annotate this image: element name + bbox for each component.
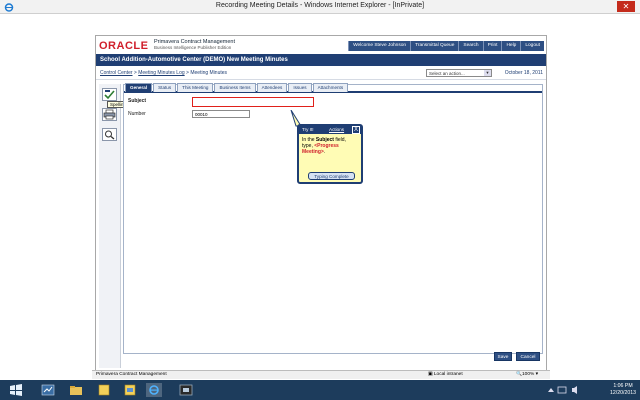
taskbar-clock[interactable]: 1:06 PM 12/20/2013 [610, 383, 636, 397]
system-tray-icons[interactable] [546, 385, 586, 395]
app-frame: ORACLE Primavera Contract Management Bus… [95, 35, 547, 379]
breadcrumb: Control Center > Meeting Minutes Log > M… [100, 70, 228, 76]
close-icon[interactable]: X [352, 126, 360, 134]
number-input[interactable]: 00010 [192, 110, 250, 118]
print-button[interactable] [102, 108, 117, 121]
breadcrumb-current: Meeting Minutes [190, 70, 228, 76]
spelling-button[interactable] [102, 88, 117, 101]
callout-header: Try It! Actions X [299, 126, 361, 134]
internet-explorer-taskbar-icon[interactable] [146, 383, 162, 397]
breadcrumb-row: Control Center > Meeting Minutes Log > M… [96, 67, 546, 80]
current-date: October 18, 2011 [504, 70, 543, 76]
transmittal-queue-link[interactable]: Transmittal Queue [410, 41, 459, 51]
tab-this-meeting[interactable]: This Meeting [177, 83, 214, 92]
zoom-level[interactable]: 🔍100% ▾ [516, 371, 538, 379]
brand-header: ORACLE Primavera Contract Management Bus… [96, 36, 546, 54]
subject-input[interactable] [192, 97, 314, 107]
left-toolbar [99, 84, 121, 368]
tab-attachments[interactable]: Attachments [312, 83, 349, 92]
number-label: Number [128, 111, 146, 117]
tab-issues[interactable]: Issues [288, 83, 312, 92]
breadcrumb-meeting-minutes-log[interactable]: Meeting Minutes Log [138, 70, 184, 76]
project-title-bar: School Addition-Automotive Center (DEMO)… [96, 54, 546, 66]
save-button[interactable]: Save [494, 352, 512, 361]
tab-business-items[interactable]: Business Items [214, 83, 256, 92]
top-links: Welcome Steve Johnson Transmittal Queue … [348, 41, 544, 51]
tab-bar: General Status This Meeting Business Ite… [125, 83, 349, 92]
start-windows-icon[interactable] [8, 383, 24, 397]
view-button[interactable] [102, 128, 117, 141]
callout-instructions: In the Subject field, type, <Progress Me… [302, 137, 346, 155]
callout-actions-link[interactable]: Actions [329, 126, 344, 134]
app-icon-1[interactable] [96, 383, 112, 397]
logout-link[interactable]: Logout [520, 41, 544, 51]
welcome-user: Welcome Steve Johnson [348, 41, 411, 51]
print-link[interactable]: Print [482, 41, 502, 51]
window-close-button[interactable]: ✕ [617, 1, 635, 12]
recorder-app-icon[interactable] [178, 383, 194, 397]
breadcrumb-control-center[interactable]: Control Center [100, 70, 133, 76]
spelling-check-icon [104, 90, 115, 100]
chevron-down-icon: ▾ [534, 372, 539, 377]
file-explorer-icon[interactable] [68, 383, 84, 397]
magnifier-icon [105, 130, 115, 140]
browser-status-bar: Primavera Contract Management ▣ Local in… [92, 370, 550, 379]
tab-status[interactable]: Status [153, 83, 177, 92]
tab-general[interactable]: General [125, 83, 153, 92]
security-zone: ▣ Local intranet [428, 372, 463, 377]
help-link[interactable]: Help [501, 41, 521, 51]
app-icon-2[interactable] [122, 383, 138, 397]
taskbar: 1:06 PM 12/20/2013 [0, 380, 640, 400]
product-name: Primavera Contract Management Business I… [154, 39, 236, 50]
tab-attendees[interactable]: Attendees [256, 83, 288, 92]
typing-complete-button[interactable]: Typing Complete [308, 172, 355, 180]
window-title-bar: Recording Meeting Details - Windows Inte… [0, 0, 640, 14]
callout-title: Try It! [302, 127, 314, 132]
search-link[interactable]: Search [458, 41, 483, 51]
cancel-button[interactable]: Cancel [516, 352, 540, 361]
subject-label: Subject [128, 98, 147, 104]
window-title: Recording Meeting Details - Windows Inte… [215, 2, 425, 9]
printer-icon [103, 109, 116, 120]
chevron-down-icon: ▼ [484, 70, 491, 76]
oracle-logo: ORACLE [99, 40, 149, 52]
status-text: Primavera Contract Management [96, 372, 167, 377]
server-manager-icon[interactable] [40, 383, 56, 397]
try-it-callout: Try It! Actions X In the Subject field, … [297, 124, 363, 184]
action-select[interactable]: Select an action... ▼ [426, 69, 492, 77]
